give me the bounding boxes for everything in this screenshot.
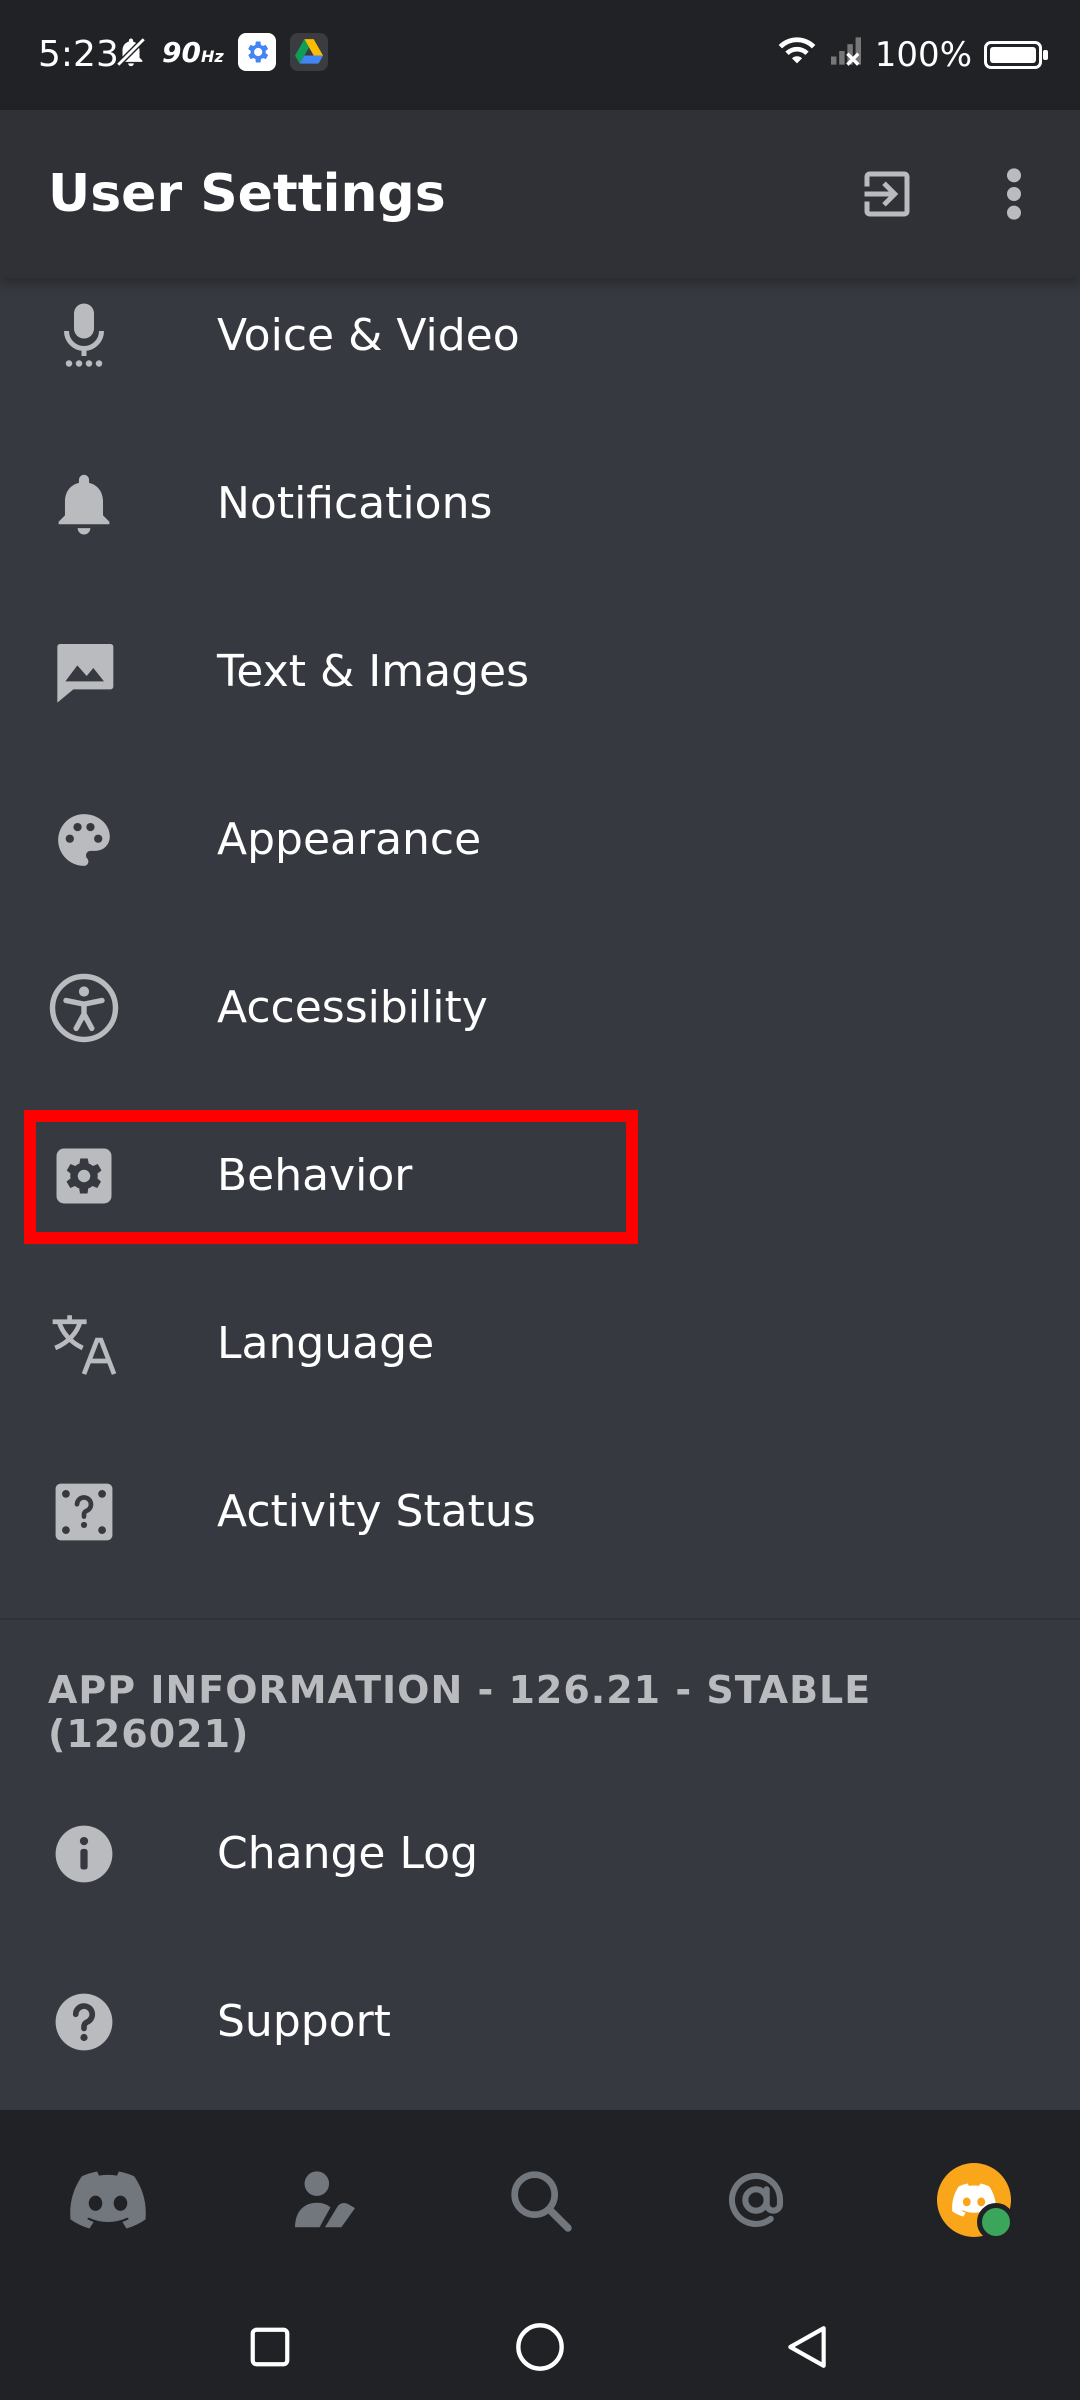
image-icon — [48, 636, 120, 708]
palette-icon — [48, 804, 120, 876]
home-icon — [70, 2171, 146, 2229]
settings-item-activity-status[interactable]: Activity Status — [0, 1428, 1080, 1596]
signal-icon — [829, 35, 863, 75]
nav-mentions[interactable] — [716, 2160, 796, 2240]
battery-level — [990, 46, 1036, 63]
settings-item-label: Voice & Video — [217, 310, 520, 361]
friends-icon — [295, 2171, 355, 2228]
settings-item-notifications[interactable]: Notifications — [0, 420, 1080, 588]
profile-avatar — [937, 2163, 1015, 2241]
status-icons-right: 100% — [777, 33, 1048, 76]
bottom-nav — [0, 2110, 1080, 2290]
refresh-rate: 90Hz — [162, 36, 224, 69]
back-triangle-icon — [788, 2326, 826, 2368]
home-system-button[interactable] — [505, 2312, 575, 2382]
status-bar: 5:23 90Hz 100% — [0, 0, 1080, 110]
battery-icon — [984, 40, 1048, 69]
translate-icon — [48, 1308, 120, 1380]
search-icon — [511, 2171, 572, 2232]
online-status-dot — [977, 2203, 1015, 2241]
settings-item-label: Language — [217, 1318, 435, 1369]
refresh-rate-value: 90 — [162, 35, 201, 69]
microphone-icon — [48, 300, 120, 372]
settings-item-behavior[interactable]: Behavior — [0, 1092, 1080, 1260]
dice-icon — [48, 1476, 120, 1548]
settings-item-label: Text & Images — [217, 646, 529, 697]
more-vert-icon — [1007, 168, 1021, 220]
more-options-button[interactable] — [982, 162, 1046, 226]
app-info-header: APP INFORMATION - 126.21 - STABLE (12602… — [48, 1668, 872, 1756]
square-icon — [250, 2327, 290, 2367]
settings-item-appearance[interactable]: Appearance — [0, 756, 1080, 924]
system-nav-bar — [0, 2290, 1080, 2400]
nav-friends[interactable] — [285, 2160, 365, 2240]
settings-item-label: Behavior — [217, 1150, 413, 1201]
settings-item-label: Activity Status — [217, 1486, 536, 1537]
nav-search[interactable] — [500, 2160, 580, 2240]
page-title: User Settings — [48, 164, 446, 224]
mentions-icon — [728, 2172, 784, 2227]
logout-icon — [864, 171, 910, 217]
bell-icon — [48, 468, 120, 540]
section-divider — [0, 1618, 1080, 1620]
info-icon — [48, 1818, 120, 1890]
settings-item-text-images[interactable]: Text & Images — [0, 588, 1080, 756]
recents-button[interactable] — [235, 2312, 305, 2382]
status-time: 5:23 — [38, 34, 119, 75]
settings-item-label: Change Log — [217, 1828, 479, 1879]
nav-profile[interactable] — [934, 2160, 1015, 2241]
settings-item-language[interactable]: Language — [0, 1260, 1080, 1428]
battery-percent: 100% — [874, 34, 972, 75]
back-button[interactable] — [772, 2312, 842, 2382]
app-bar: User Settings — [0, 110, 1080, 278]
logout-button[interactable] — [855, 162, 919, 226]
settings-item-label: Support — [217, 1996, 391, 2047]
accessibility-icon — [48, 972, 120, 1044]
settings-item-change-log[interactable]: Change Log — [0, 1770, 1080, 1938]
settings-app-icon — [237, 33, 276, 71]
settings-item-support[interactable]: Support — [0, 1938, 1080, 2106]
wifi-icon — [777, 33, 817, 76]
status-icons-left: 90Hz — [116, 33, 328, 71]
help-icon — [48, 1986, 120, 2058]
settings-item-label: Accessibility — [217, 982, 488, 1033]
drive-app-icon — [289, 33, 328, 71]
nav-home[interactable] — [68, 2160, 148, 2240]
settings-item-label: Appearance — [217, 814, 482, 865]
settings-item-accessibility[interactable]: Accessibility — [0, 924, 1080, 1092]
refresh-rate-unit: Hz — [200, 46, 224, 66]
silent-bell-icon — [114, 33, 148, 71]
circle-icon — [516, 2323, 564, 2371]
gear-icon — [48, 1140, 120, 1212]
settings-item-label: Notifications — [217, 478, 493, 529]
